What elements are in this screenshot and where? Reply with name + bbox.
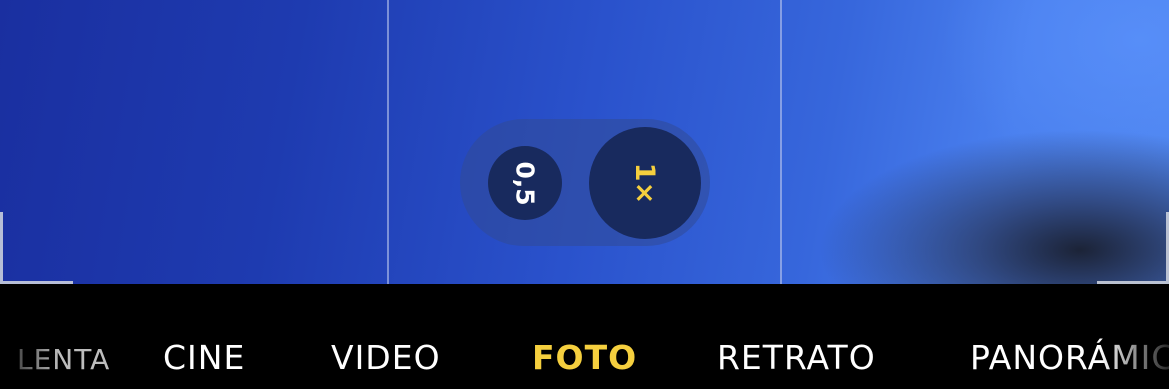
zoom-1x-label: 1× <box>629 162 661 204</box>
zoom-0-5-button[interactable]: 0,5 <box>488 146 562 220</box>
grid-line-vertical-1 <box>387 0 389 284</box>
mode-cine[interactable]: CINE <box>163 336 245 380</box>
zoom-1x-button[interactable]: 1× <box>589 127 701 239</box>
mode-bar-fade-left <box>0 300 60 389</box>
zoom-0-5-label: 0,5 <box>510 160 540 206</box>
mode-foto[interactable]: FOTO <box>532 336 637 380</box>
frame-corner-bottom-right <box>1097 212 1169 284</box>
frame-corner-bottom-left <box>0 212 73 284</box>
mode-bar-fade-right <box>1100 300 1169 389</box>
mode-video[interactable]: VIDEO <box>331 336 441 380</box>
grid-line-vertical-2 <box>780 0 782 284</box>
mode-retrato[interactable]: RETRATO <box>717 336 876 380</box>
camera-screen: 0,5 1× LENTA CINE VIDEO FOTO RETRATO PAN… <box>0 0 1169 389</box>
